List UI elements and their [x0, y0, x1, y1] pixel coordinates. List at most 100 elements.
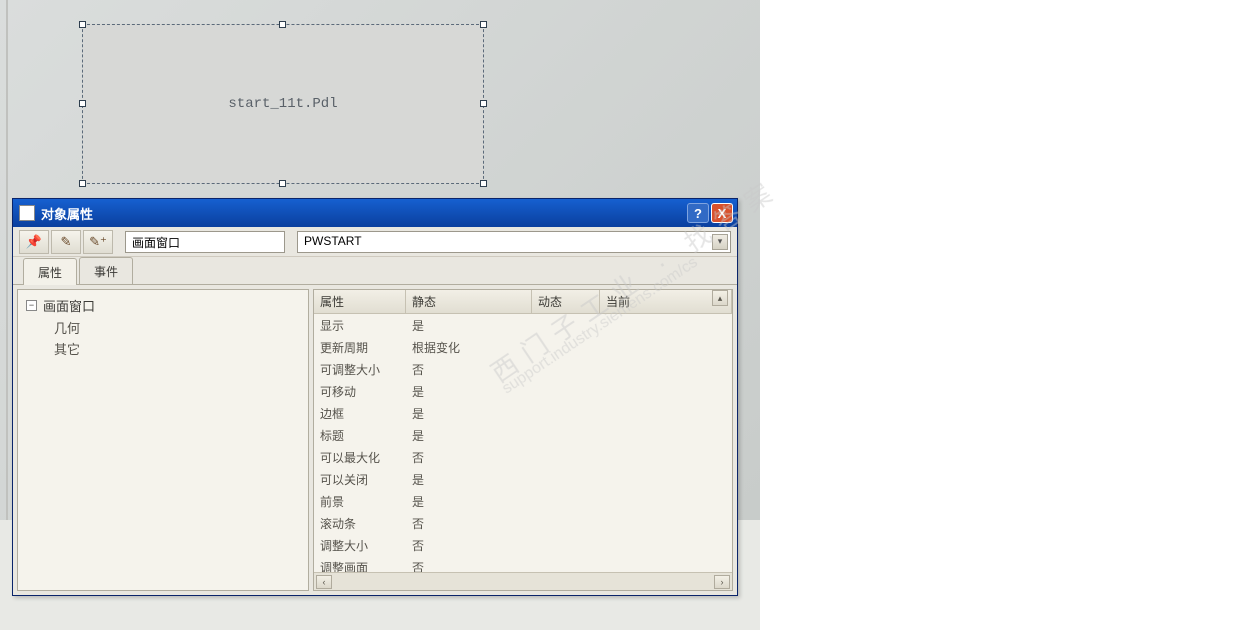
- cell-static[interactable]: 是: [406, 380, 532, 402]
- category-tree: − 画面窗口 几何 其它: [18, 290, 308, 365]
- object-type-field[interactable]: 画面窗口: [125, 231, 285, 253]
- cell-attribute: 调整画面: [314, 556, 406, 572]
- cell-dynamic[interactable]: [532, 380, 600, 402]
- col-attribute[interactable]: 属性: [314, 290, 406, 313]
- cell-dynamic[interactable]: [532, 358, 600, 380]
- resize-handle-nw[interactable]: [79, 21, 86, 28]
- tree-node-geometry[interactable]: 几何: [54, 317, 300, 338]
- cell-attribute: 可以最大化: [314, 446, 406, 468]
- chevron-down-icon[interactable]: ▾: [712, 234, 728, 250]
- cell-attribute: 滚动条: [314, 512, 406, 534]
- property-row[interactable]: 可调整大小否: [314, 358, 732, 380]
- cell-static[interactable]: 根据变化: [406, 336, 532, 358]
- cell-dynamic[interactable]: [532, 336, 600, 358]
- tab-events[interactable]: 事件: [79, 257, 133, 284]
- col-dynamic[interactable]: 动态: [532, 290, 600, 313]
- resize-handle-n[interactable]: [279, 21, 286, 28]
- cell-dynamic[interactable]: [532, 402, 600, 424]
- cell-attribute: 调整大小: [314, 534, 406, 556]
- tree-root[interactable]: − 画面窗口: [26, 296, 300, 315]
- cell-dynamic[interactable]: [532, 468, 600, 490]
- dialog-title: 对象属性: [41, 204, 685, 223]
- resize-handle-w[interactable]: [79, 100, 86, 107]
- picture-window-object[interactable]: start_11t.Pdl: [82, 24, 484, 184]
- cell-current: [600, 336, 732, 358]
- cell-dynamic[interactable]: [532, 314, 600, 336]
- cell-current: [600, 490, 732, 512]
- property-row[interactable]: 更新周期根据变化: [314, 336, 732, 358]
- cell-current: [600, 512, 732, 534]
- property-row[interactable]: 前景是: [314, 490, 732, 512]
- cell-attribute: 更新周期: [314, 336, 406, 358]
- tree-root-label: 画面窗口: [43, 296, 95, 315]
- pin-button[interactable]: 📌: [19, 230, 49, 254]
- help-button[interactable]: ?: [687, 203, 709, 223]
- property-row[interactable]: 显示是: [314, 314, 732, 336]
- cell-static[interactable]: 否: [406, 512, 532, 534]
- property-grid-pane: 属性 静态 动态 当前 ▴ 显示是更新周期根据变化可调整大小否可移动是边框是标题…: [313, 289, 733, 591]
- page-margin: [760, 0, 1253, 630]
- cell-attribute: 前景: [314, 490, 406, 512]
- property-row[interactable]: 调整画面否: [314, 556, 732, 572]
- dialog-toolbar: 📌 ✎ ✎⁺ 画面窗口 PWSTART ▾: [13, 227, 737, 257]
- cell-static[interactable]: 否: [406, 446, 532, 468]
- cell-static[interactable]: 是: [406, 490, 532, 512]
- resize-handle-s[interactable]: [279, 180, 286, 187]
- cell-static[interactable]: 是: [406, 402, 532, 424]
- cell-current: [600, 468, 732, 490]
- cell-dynamic[interactable]: [532, 556, 600, 572]
- cell-dynamic[interactable]: [532, 512, 600, 534]
- object-name-value: PWSTART: [304, 234, 362, 248]
- cell-static[interactable]: 是: [406, 468, 532, 490]
- cell-attribute: 可以关闭: [314, 468, 406, 490]
- cell-attribute: 可移动: [314, 380, 406, 402]
- grid-body: 显示是更新周期根据变化可调整大小否可移动是边框是标题是可以最大化否可以关闭是前景…: [314, 314, 732, 572]
- object-properties-dialog: 对象属性 ? X 📌 ✎ ✎⁺ 画面窗口 PWSTART ▾ 属性 事件 − 画…: [12, 198, 738, 596]
- cell-static[interactable]: 否: [406, 556, 532, 572]
- pipette-button[interactable]: ✎: [51, 230, 81, 254]
- property-row[interactable]: 边框是: [314, 402, 732, 424]
- resize-handle-e[interactable]: [480, 100, 487, 107]
- cell-static[interactable]: 是: [406, 314, 532, 336]
- resize-handle-se[interactable]: [480, 180, 487, 187]
- cell-attribute: 边框: [314, 402, 406, 424]
- cell-current: [600, 534, 732, 556]
- cell-dynamic[interactable]: [532, 446, 600, 468]
- cell-static[interactable]: 否: [406, 358, 532, 380]
- cell-dynamic[interactable]: [532, 534, 600, 556]
- cell-attribute: 标题: [314, 424, 406, 446]
- grid-header: 属性 静态 动态 当前 ▴: [314, 290, 732, 314]
- object-name-field[interactable]: PWSTART ▾: [297, 231, 731, 253]
- property-row[interactable]: 可以最大化否: [314, 446, 732, 468]
- scroll-left-button[interactable]: ‹: [316, 575, 332, 589]
- tab-properties[interactable]: 属性: [23, 258, 77, 285]
- cell-dynamic[interactable]: [532, 490, 600, 512]
- category-tree-pane: − 画面窗口 几何 其它: [17, 289, 309, 591]
- property-row[interactable]: 可移动是: [314, 380, 732, 402]
- tree-node-other[interactable]: 其它: [54, 338, 300, 359]
- cell-current: [600, 402, 732, 424]
- cell-current: [600, 358, 732, 380]
- cell-current: [600, 314, 732, 336]
- dialog-titlebar[interactable]: 对象属性 ? X: [13, 199, 737, 227]
- h-scrollbar[interactable]: ‹ ›: [314, 572, 732, 590]
- scroll-up-button[interactable]: ▴: [712, 290, 728, 306]
- close-button[interactable]: X: [711, 203, 733, 223]
- cell-static[interactable]: 是: [406, 424, 532, 446]
- pipette-apply-button[interactable]: ✎⁺: [83, 230, 113, 254]
- col-static[interactable]: 静态: [406, 290, 532, 313]
- cell-current: [600, 556, 732, 572]
- property-row[interactable]: 标题是: [314, 424, 732, 446]
- property-row[interactable]: 可以关闭是: [314, 468, 732, 490]
- tree-collapse-icon[interactable]: −: [26, 300, 37, 311]
- picture-window-label: start_11t.Pdl: [228, 96, 337, 112]
- resize-handle-ne[interactable]: [480, 21, 487, 28]
- cell-attribute: 可调整大小: [314, 358, 406, 380]
- properties-panes: − 画面窗口 几何 其它 属性 静态 动态 当前 ▴ 显示是更新周期根据变化可调…: [13, 285, 737, 595]
- property-row[interactable]: 调整大小否: [314, 534, 732, 556]
- cell-dynamic[interactable]: [532, 424, 600, 446]
- resize-handle-sw[interactable]: [79, 180, 86, 187]
- property-row[interactable]: 滚动条否: [314, 512, 732, 534]
- cell-static[interactable]: 否: [406, 534, 532, 556]
- scroll-right-button[interactable]: ›: [714, 575, 730, 589]
